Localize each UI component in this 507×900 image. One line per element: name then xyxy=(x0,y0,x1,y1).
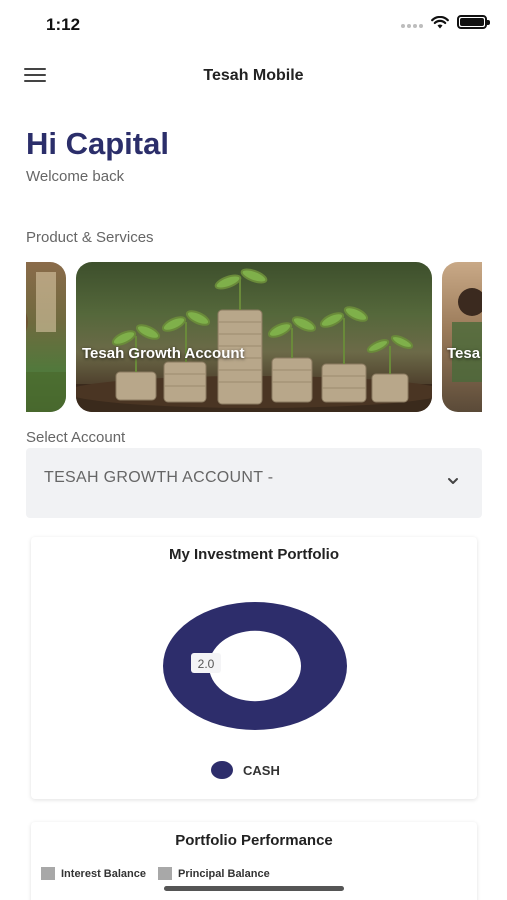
investment-portfolio-card: My Investment Portfolio 2.0 CASH xyxy=(31,537,477,799)
legend-swatch-cash xyxy=(211,761,233,779)
product-card-image xyxy=(452,288,482,382)
legend-label-interest: Interest Balance xyxy=(61,867,146,880)
greeting-subtitle: Welcome back xyxy=(26,168,125,185)
account-select-value: TESAH GROWTH ACCOUNT - xyxy=(44,469,274,486)
legend-label-principal: Principal Balance xyxy=(177,867,270,880)
product-carousel[interactable]: Tesah Growth Account Tesa xyxy=(26,262,482,412)
home-indicator[interactable] xyxy=(164,886,344,891)
legend-label-cash: CASH xyxy=(243,762,280,778)
legend-swatch-principal xyxy=(157,867,172,880)
donut-slice-cash xyxy=(163,602,347,730)
status-icons xyxy=(401,15,490,29)
product-card-image xyxy=(76,268,432,412)
product-card-tesah-growth[interactable]: Tesah Growth Account xyxy=(76,262,432,412)
product-card-label: Tesa xyxy=(447,345,481,362)
signal-icon xyxy=(401,16,423,28)
chart-legend: CASH xyxy=(211,761,280,779)
product-card-next[interactable]: Tesa xyxy=(442,262,482,412)
product-card-previous[interactable] xyxy=(26,262,66,412)
app-title: Tesah Mobile xyxy=(203,67,304,84)
chevron-down-icon xyxy=(448,478,458,484)
portfolio-title: My Investment Portfolio xyxy=(168,546,340,563)
select-account-label: Select Account xyxy=(26,429,126,446)
wifi-icon xyxy=(431,15,449,28)
donut-data-label: 2.0 xyxy=(191,653,221,673)
account-select[interactable]: TESAH GROWTH ACCOUNT - xyxy=(26,448,482,518)
battery-icon xyxy=(457,15,490,29)
status-time: 1:12 xyxy=(46,15,81,34)
product-card-image xyxy=(26,272,66,412)
product-card-label: Tesah Growth Account xyxy=(82,345,245,362)
donut-data-label-text: 2.0 xyxy=(198,657,215,671)
portfolio-donut-chart: 2.0 xyxy=(163,602,347,730)
performance-legend: Interest Balance Principal Balance xyxy=(41,867,276,880)
status-bar: 1:12 xyxy=(0,0,507,48)
products-section-label: Product & Services xyxy=(26,229,154,246)
greeting-title: Hi Capital xyxy=(26,126,169,161)
app-bar: Tesah Mobile xyxy=(0,56,507,96)
performance-title: Portfolio Performance xyxy=(175,832,333,849)
legend-swatch-interest xyxy=(41,867,55,880)
